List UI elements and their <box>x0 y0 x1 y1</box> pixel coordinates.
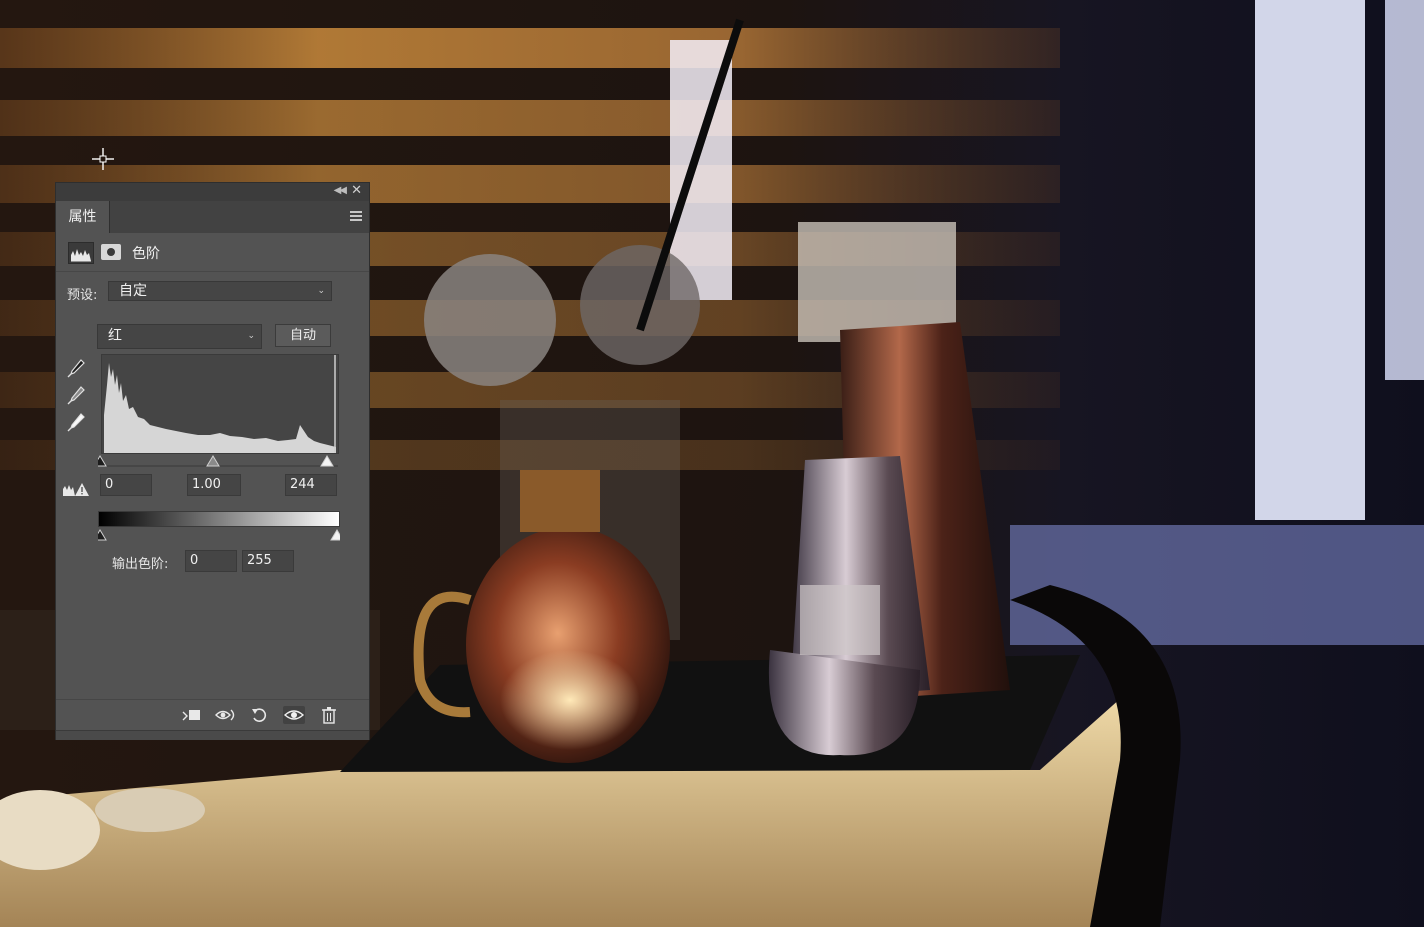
clipping-warning-icon[interactable] <box>62 481 90 499</box>
eyedropper-white-icon[interactable] <box>66 411 86 433</box>
output-gradient-bar <box>98 511 340 527</box>
preset-dropdown[interactable]: 自定 ⌄ <box>108 281 332 301</box>
panel-footer <box>56 699 369 730</box>
chevron-down-icon: ⌄ <box>317 286 325 296</box>
output-black-field[interactable]: 0 <box>185 550 237 572</box>
output-white-field[interactable]: 255 <box>242 550 294 572</box>
input-black-field[interactable]: 0 <box>100 474 152 496</box>
eyedropper-gray-icon[interactable] <box>66 384 86 406</box>
reset-icon[interactable] <box>249 706 271 724</box>
output-levels-label: 输出色阶: <box>112 557 169 572</box>
eye-icon[interactable] <box>283 706 305 724</box>
mask-icon[interactable] <box>101 244 121 260</box>
input-gamma-handle <box>206 455 220 467</box>
close-icon[interactable]: ✕ <box>351 183 362 198</box>
menu-icon[interactable] <box>350 211 362 223</box>
channel-value: 红 <box>108 328 122 344</box>
eyedropper-black-icon[interactable] <box>66 357 86 379</box>
output-level-slider[interactable] <box>98 528 340 542</box>
clip-to-layer-icon[interactable] <box>180 706 202 724</box>
adjustment-title: 色阶 <box>132 246 160 262</box>
output-white-handle <box>330 529 340 541</box>
chevron-down-icon: ⌄ <box>247 331 255 341</box>
crosshair-cursor-icon <box>92 148 114 170</box>
panel-resize-strip[interactable] <box>56 730 369 740</box>
channel-dropdown[interactable]: 红 ⌄ <box>97 324 262 349</box>
levels-icon[interactable] <box>68 242 94 264</box>
output-black-handle <box>98 529 107 541</box>
tab-properties[interactable]: 属性 <box>56 201 110 233</box>
input-white-handle <box>320 455 334 467</box>
adjustment-header: 色阶 <box>56 233 369 272</box>
panel-tab-row: 属性 <box>56 201 369 233</box>
view-previous-icon[interactable] <box>215 706 237 724</box>
auto-button[interactable]: 自动 <box>275 324 331 347</box>
trash-icon[interactable] <box>318 706 340 724</box>
preset-label: 预设: <box>67 288 98 303</box>
collapse-icon[interactable]: ◀◀ <box>334 185 347 196</box>
properties-panel: ◀◀ ✕ 属性 色阶 预设: 自定 ⌄ 红 ⌄ 自动 0 1.00 244 输出… <box>55 182 370 740</box>
input-white-field[interactable]: 244 <box>285 474 337 496</box>
input-level-slider[interactable] <box>98 454 340 468</box>
input-gamma-field[interactable]: 1.00 <box>187 474 241 496</box>
panel-titlebar[interactable]: ◀◀ ✕ <box>56 183 369 201</box>
histogram <box>101 354 339 454</box>
input-black-handle <box>98 455 107 467</box>
preset-value: 自定 <box>119 283 147 299</box>
